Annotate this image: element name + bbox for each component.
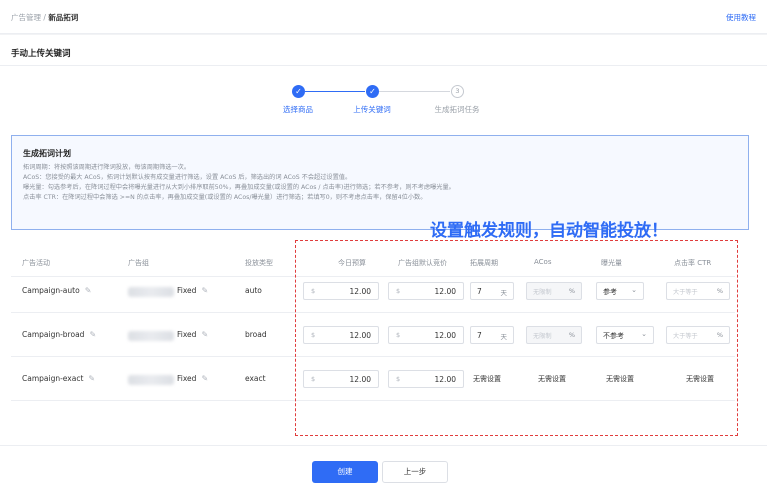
table-row: Campaign-auto ✎ Fixed ✎ auto $12.00 $12.00… xyxy=(11,269,735,313)
info-line-ctr: 点击率 CTR：在降词过程中会筛选 >=N 的点击率，再叠加成交量(或设置的 A… xyxy=(23,194,427,201)
check-icon: ✓ xyxy=(292,85,305,98)
step-number-3: 3 xyxy=(451,85,464,98)
th-ad-group: 广告组 xyxy=(128,259,149,267)
th-acos: ACos xyxy=(534,258,552,266)
campaign-name: Campaign-broad xyxy=(22,330,85,339)
period-not-required: 无需设置 xyxy=(473,375,501,383)
bid-input[interactable]: $12.00 xyxy=(388,282,464,300)
info-line-acos: ACoS：您接受的最大 ACoS，拓词计划默认按有成交量进行筛选，设置 ACoS… xyxy=(23,174,352,181)
edit-icon[interactable]: ✎ xyxy=(201,374,208,383)
th-targeting-type: 投放类型 xyxy=(245,259,273,267)
ctr-input[interactable]: 大于等于% xyxy=(666,326,730,344)
step-indicator: ✓ 选择商品 ✓ 上传关键词 3 生成拓词任务 xyxy=(0,82,767,122)
edit-icon[interactable]: ✎ xyxy=(88,374,95,383)
th-exposure: 曝光量 xyxy=(601,259,622,267)
title-divider xyxy=(0,65,767,66)
edit-icon[interactable]: ✎ xyxy=(85,286,92,295)
help-link[interactable]: 使用教程 xyxy=(726,12,756,23)
back-button[interactable]: 上一步 xyxy=(382,461,448,483)
promo-annotation: 设置触发规则，自动智能投放！ xyxy=(430,221,668,241)
exposure-not-required: 无需设置 xyxy=(606,375,634,383)
currency-prefix: $ xyxy=(396,331,401,339)
targeting-type: auto xyxy=(245,286,262,295)
breadcrumb: 广告管理 / 新品拓词 xyxy=(11,12,78,23)
th-default-bid: 广告组默认竞价 xyxy=(398,259,447,267)
info-line-period: 拓词周期：将按照该周期进行降词投放，每该周期筛选一次。 xyxy=(23,164,191,171)
campaign-name: Campaign-exact xyxy=(22,374,84,383)
targeting-type: exact xyxy=(245,374,266,383)
top-bar: 广告管理 / 新品拓词 使用教程 xyxy=(0,0,767,34)
step-connector xyxy=(305,91,365,92)
th-ctr: 点击率 CTR xyxy=(674,259,712,267)
chevron-down-icon: ⌄ xyxy=(631,286,637,294)
bid-input[interactable]: $12.00 xyxy=(388,326,464,344)
footer-divider xyxy=(0,445,767,446)
th-budget: 今日预算 xyxy=(338,259,366,267)
currency-prefix: $ xyxy=(311,287,316,295)
acos-input[interactable]: 无限制% xyxy=(526,326,582,344)
acos-not-required: 无需设置 xyxy=(538,375,566,383)
info-title: 生成拓词计划 xyxy=(23,149,71,158)
chevron-down-icon: ⌄ xyxy=(641,330,647,338)
currency-prefix: $ xyxy=(396,375,401,383)
ad-group-name-redacted xyxy=(128,375,174,385)
budget-input[interactable]: $12.00 xyxy=(303,326,379,344)
step-connector xyxy=(378,91,450,92)
check-icon: ✓ xyxy=(366,85,379,98)
currency-prefix: $ xyxy=(396,287,401,295)
table-row: Campaign-exact ✎ Fixed ✎ exact $12.00 $12.… xyxy=(11,357,735,401)
currency-prefix: $ xyxy=(311,331,316,339)
th-campaign: 广告活动 xyxy=(22,259,50,267)
ad-group-name-redacted xyxy=(128,287,174,297)
th-period: 拓展周期 xyxy=(470,259,498,267)
main-card: 手动上传关键词 ✓ 选择商品 ✓ 上传关键词 3 生成拓词任务 生成拓词计划 拓… xyxy=(0,35,767,501)
ctr-input[interactable]: 大于等于% xyxy=(666,282,730,300)
create-button[interactable]: 创建 xyxy=(312,461,378,483)
breadcrumb-separator: / xyxy=(43,13,46,22)
ad-group-name-redacted xyxy=(128,331,174,341)
ad-group-suffix: Fixed xyxy=(177,330,197,339)
step-label-1: 选择商品 xyxy=(283,105,313,114)
ad-group-suffix: Fixed xyxy=(177,286,197,295)
page-title: 手动上传关键词 xyxy=(11,49,71,59)
acos-input[interactable]: 无限制% xyxy=(526,282,582,300)
step-label-3: 生成拓词任务 xyxy=(434,105,480,114)
period-input[interactable]: 7天 xyxy=(470,282,514,300)
budget-input[interactable]: $12.00 xyxy=(303,370,379,388)
campaign-name: Campaign-auto xyxy=(22,286,80,295)
breadcrumb-parent[interactable]: 广告管理 xyxy=(11,13,41,22)
breadcrumb-current: 新品拓词 xyxy=(48,13,79,22)
currency-prefix: $ xyxy=(311,375,316,383)
bid-input[interactable]: $12.00 xyxy=(388,370,464,388)
exposure-select[interactable]: 参考 ⌄ xyxy=(596,282,644,300)
ad-group-suffix: Fixed xyxy=(177,374,197,383)
table-row: Campaign-broad ✎ Fixed ✎ broad $12.00 $12.… xyxy=(11,313,735,357)
budget-input[interactable]: $12.00 xyxy=(303,282,379,300)
targeting-type: broad xyxy=(245,330,267,339)
exposure-select[interactable]: 不参考 ⌄ xyxy=(596,326,654,344)
period-input[interactable]: 7天 xyxy=(470,326,514,344)
edit-icon[interactable]: ✎ xyxy=(201,286,208,295)
info-line-exposure: 曝光量：勾选参考后，在降词过程中会将曝光量进行从大到小排序取前50%，再叠加成交… xyxy=(23,184,455,191)
edit-icon[interactable]: ✎ xyxy=(201,330,208,339)
ctr-not-required: 无需设置 xyxy=(686,375,714,383)
edit-icon[interactable]: ✎ xyxy=(89,330,96,339)
step-label-2: 上传关键词 xyxy=(353,105,391,114)
